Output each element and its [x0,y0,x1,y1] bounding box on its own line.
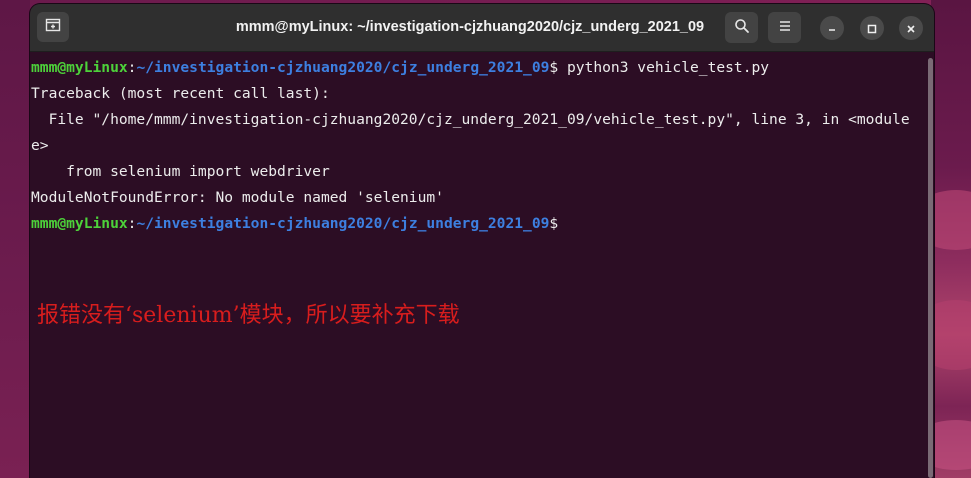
prompt-user: mmm@myLinux [31,59,128,76]
search-icon [734,18,750,38]
prompt-user: mmm@myLinux [31,215,128,232]
prompt-symbol: $ [549,215,559,232]
maximize-button[interactable] [860,16,884,40]
new-tab-button[interactable] [37,12,69,42]
output-line: from selenium import webdriver [31,163,330,180]
output-line: ModuleNotFoundError: No module named 'se… [31,189,444,206]
terminal-window: mmm@myLinux: ~/investigation-cjzhuang202… [30,4,934,478]
output-line: File "/home/mmm/investigation-cjzhuang20… [31,111,910,128]
command-text: python3 vehicle_test.py [558,59,770,76]
output-line: Traceback (most recent call last): [31,85,330,102]
annotation-text: 报错没有‘selenium’模块，所以要补充下载 [37,303,460,328]
prompt-path: ~/investigation-cjzhuang2020/cjz_underg_… [136,59,550,76]
minimize-icon [827,19,837,38]
close-icon [906,19,916,38]
scrollbar[interactable] [928,52,934,478]
desktop-background-right [911,0,971,478]
prompt-line: mmm@myLinux:~/investigation-cjzhuang2020… [31,55,769,81]
menu-button[interactable] [768,12,801,43]
prompt-symbol: $ [549,59,559,76]
prompt-path: ~/investigation-cjzhuang2020/cjz_underg_… [136,215,550,232]
terminal-output-area[interactable]: mmm@myLinux:~/investigation-cjzhuang2020… [30,52,928,478]
maximize-icon [867,19,877,38]
hamburger-menu-icon [778,18,792,37]
scrollbar-thumb[interactable] [928,58,933,478]
prompt-line[interactable]: mmm@myLinux:~/investigation-cjzhuang2020… [31,211,558,237]
window-title: mmm@myLinux: ~/investigation-cjzhuang202… [235,19,705,35]
close-button[interactable] [899,16,923,40]
output-line: e> [31,137,49,154]
search-button[interactable] [725,12,758,43]
title-bar[interactable]: mmm@myLinux: ~/investigation-cjzhuang202… [30,4,934,52]
desktop-background-left [0,0,30,478]
minimize-button[interactable] [820,16,844,40]
new-tab-icon [45,17,61,37]
